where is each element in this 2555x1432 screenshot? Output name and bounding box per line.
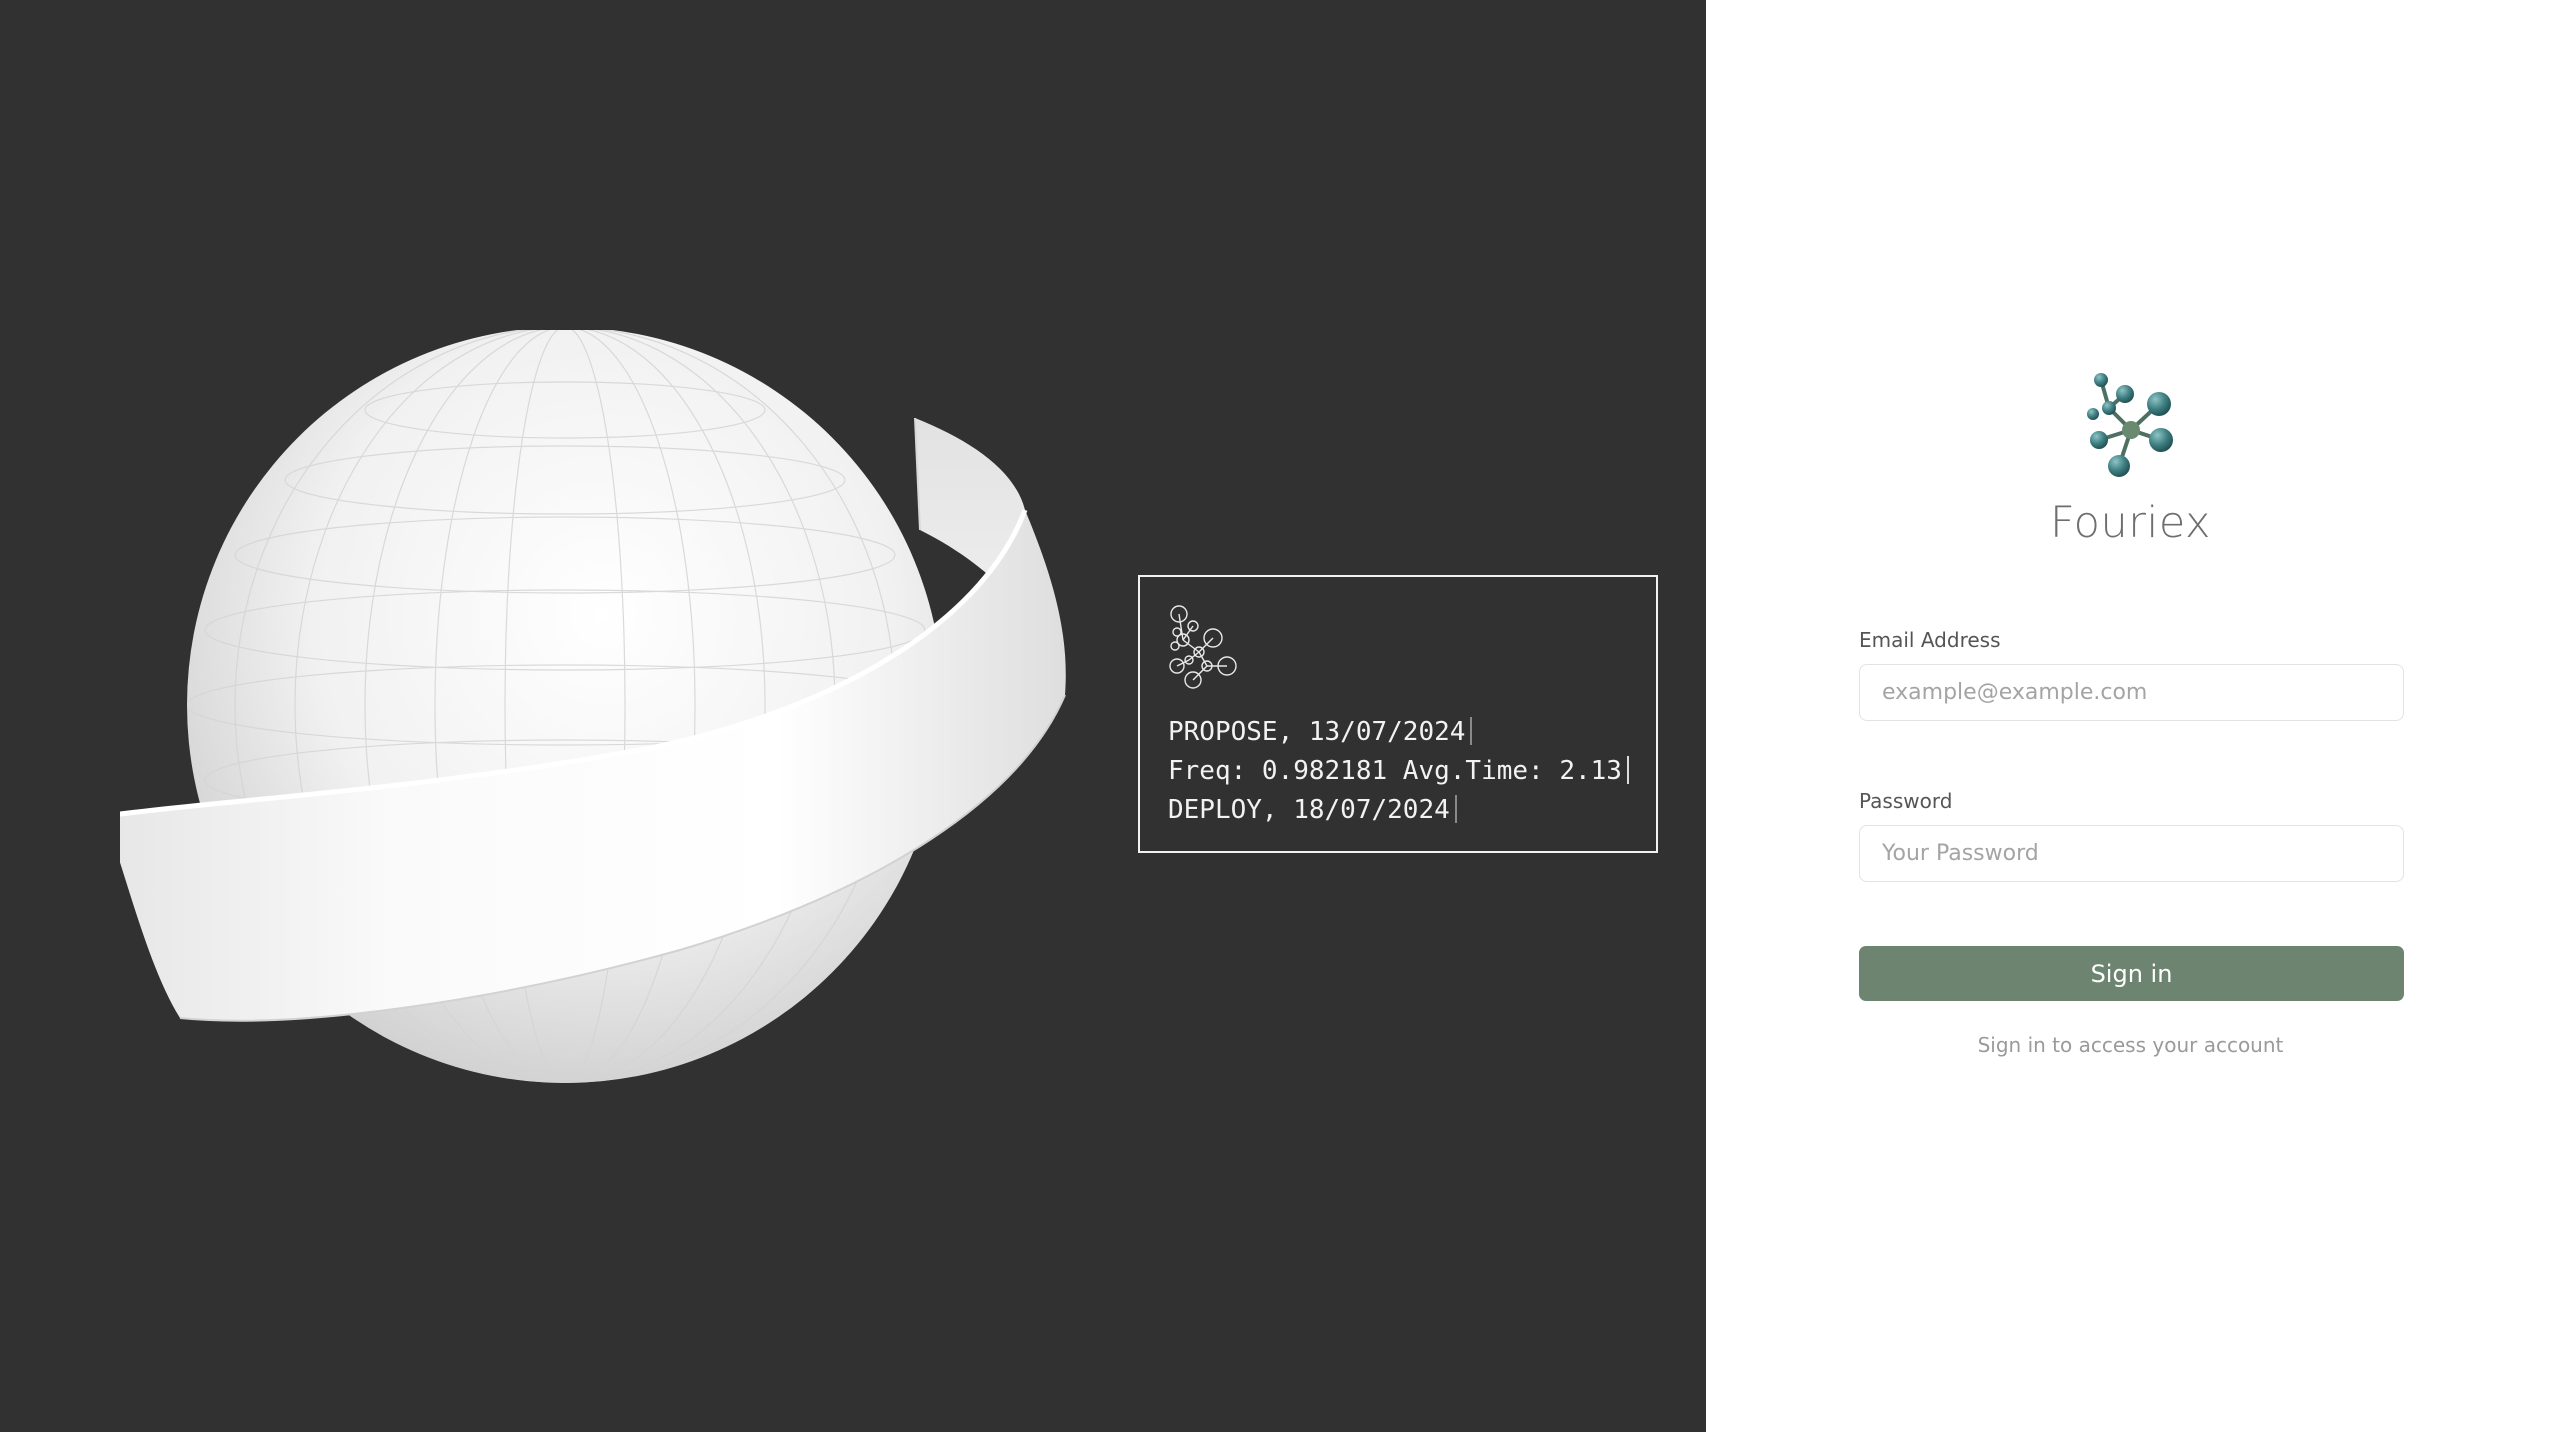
email-label: Email Address: [1859, 628, 2001, 652]
terminal-line: Freq: 0.982181 Avg.Time: 2.13: [1168, 752, 1629, 791]
terminal-output: PROPOSE, 13/07/2024 Freq: 0.982181 Avg.T…: [1168, 713, 1629, 830]
terminal-box: PROPOSE, 13/07/2024 Freq: 0.982181 Avg.T…: [1138, 575, 1658, 853]
molecule-logo-icon: [2087, 373, 2173, 477]
terminal-line: PROPOSE, 13/07/2024: [1168, 713, 1629, 752]
email-field[interactable]: [1859, 664, 2404, 721]
text-cursor: [1454, 795, 1457, 823]
terminal-line-text: PROPOSE, 13/07/2024: [1168, 717, 1466, 747]
molecule-outline-icon: [1169, 605, 1237, 689]
text-cursor: [1626, 756, 1629, 784]
hero-panel: PROPOSE, 13/07/2024 Freq: 0.982181 Avg.T…: [0, 0, 1706, 1432]
sign-in-button[interactable]: Sign in: [1859, 946, 2404, 1001]
brand-name: Fouriex: [2049, 498, 2212, 548]
password-label: Password: [1859, 789, 1953, 813]
password-field[interactable]: [1859, 825, 2404, 882]
terminal-line-text: Freq: 0.982181 Avg.Time: 2.13: [1168, 756, 1622, 786]
sphere-ribbon-illustration: [120, 330, 1066, 1083]
login-panel: Fouriex Email Address Password Sign in S…: [1706, 0, 2555, 1432]
text-cursor: [1470, 717, 1473, 745]
terminal-line: DEPLOY, 18/07/2024: [1168, 791, 1629, 830]
terminal-line-text: DEPLOY, 18/07/2024: [1168, 795, 1450, 825]
sign-in-helper-text: Sign in to access your account: [1977, 1033, 2284, 1057]
